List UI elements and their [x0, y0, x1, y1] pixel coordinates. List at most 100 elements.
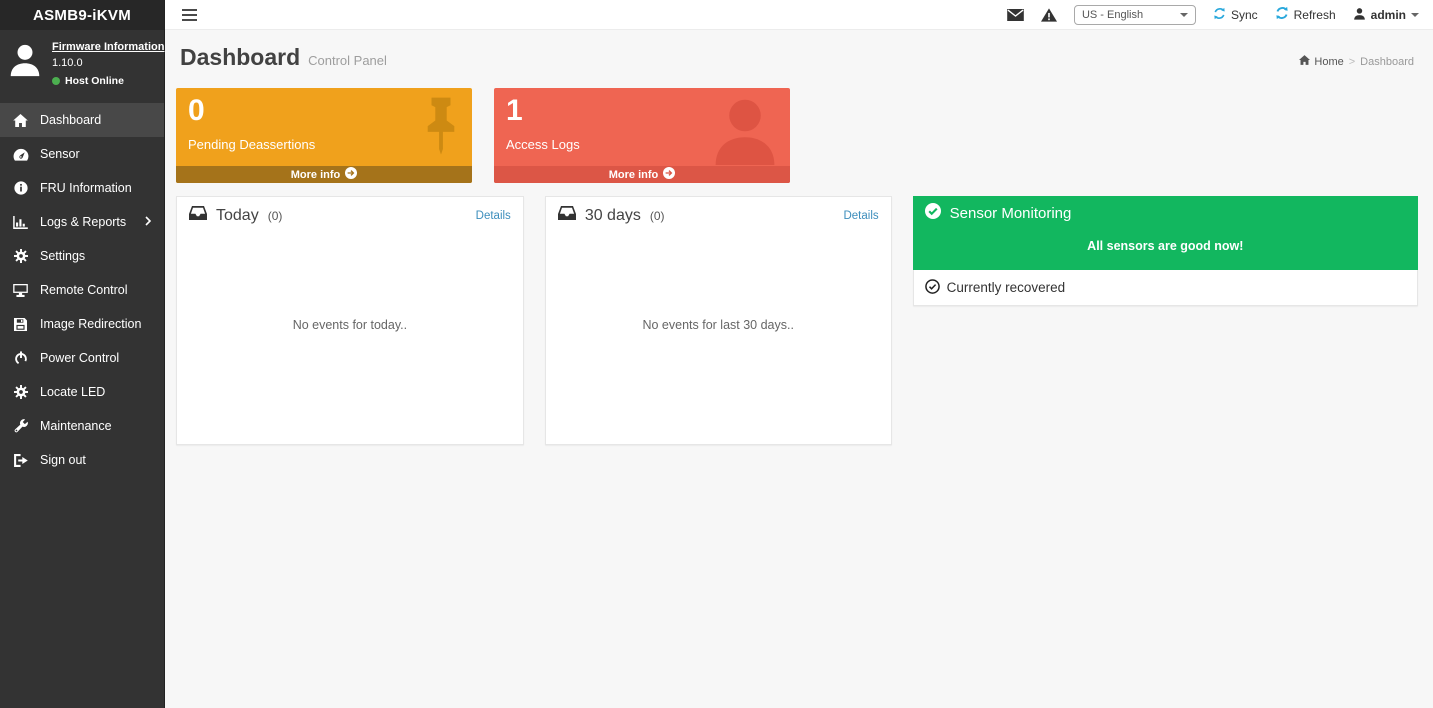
- sidebar-item-label: Sign out: [40, 453, 86, 467]
- details-link[interactable]: Details: [476, 210, 511, 222]
- top-bar: US - English Sync Refresh admin: [165, 0, 1433, 30]
- details-link[interactable]: Details: [843, 210, 878, 222]
- main-area: US - English Sync Refresh admin: [165, 0, 1433, 708]
- power-icon: [12, 351, 29, 365]
- breadcrumb-separator: >: [1349, 56, 1355, 68]
- sidebar-item-sensor[interactable]: Sensor: [0, 137, 164, 171]
- person-icon: [712, 97, 778, 170]
- panel-count: (0): [268, 209, 283, 223]
- card-body: 1 Access Logs: [494, 88, 790, 166]
- sensor-status-label: Currently recovered: [947, 280, 1066, 295]
- gear-icon: [12, 385, 29, 399]
- sync-icon: [1213, 7, 1226, 23]
- sensor-status-row: Currently recovered: [913, 270, 1418, 306]
- sensor-panel-title: Sensor Monitoring: [950, 205, 1072, 222]
- refresh-icon: [1275, 6, 1289, 23]
- page-subtitle: Control Panel: [308, 53, 387, 68]
- breadcrumb-home-label: Home: [1314, 56, 1343, 68]
- floppy-icon: [12, 318, 29, 331]
- sidebar-nav: Dashboard Sensor FRU Information Logs & …: [0, 103, 164, 477]
- info-circle-icon: [12, 181, 29, 195]
- card-body: 0 Pending Deassertions: [176, 88, 472, 166]
- more-info-label: More info: [291, 169, 341, 181]
- thumbtack-icon: [422, 97, 460, 166]
- gear-icon: [12, 249, 29, 263]
- sidebar-item-label: Locate LED: [40, 385, 105, 399]
- sidebar-item-label: Image Redirection: [40, 317, 141, 331]
- more-info-link[interactable]: More info: [176, 166, 472, 183]
- host-status: Host Online: [52, 75, 164, 87]
- sidebar-item-label: Settings: [40, 249, 85, 263]
- sensor-status-message: All sensors are good now!: [913, 230, 1418, 270]
- content-area: Dashboard Control Panel Home > Dashboard…: [165, 30, 1433, 708]
- app-logo[interactable]: ASMB9-iKVM: [0, 0, 164, 30]
- summary-cards-row: 0 Pending Deassertions More info 1 Acce: [176, 88, 1418, 183]
- sensor-panel-header: Sensor Monitoring: [913, 196, 1418, 230]
- caret-down-icon: [1180, 13, 1188, 17]
- today-events-panel: Today (0) Details No events for today..: [176, 196, 524, 445]
- inbox-icon: [189, 206, 207, 225]
- alert-icon[interactable]: [1041, 8, 1057, 22]
- host-status-label: Host Online: [65, 75, 124, 87]
- sidebar-item-label: Power Control: [40, 351, 119, 365]
- panel-header: Today (0) Details: [177, 197, 523, 230]
- sidebar-item-power-control[interactable]: Power Control: [0, 341, 164, 375]
- arrow-circle-right-icon: [345, 167, 357, 182]
- panel-title: 30 days: [585, 207, 641, 225]
- home-icon: [1299, 55, 1310, 68]
- home-icon: [12, 114, 29, 127]
- mail-icon[interactable]: [1007, 9, 1024, 21]
- user-icon: [1353, 7, 1366, 23]
- inbox-icon: [558, 206, 576, 225]
- page-header: Dashboard Control Panel Home > Dashboard: [180, 44, 1414, 71]
- thirty-days-events-panel: 30 days (0) Details No events for last 3…: [545, 196, 892, 445]
- check-circle-outline-icon: [925, 279, 940, 297]
- wrench-icon: [12, 419, 29, 433]
- access-logs-card[interactable]: 1 Access Logs More info: [494, 88, 790, 183]
- firmware-version: 1.10.0: [52, 57, 164, 69]
- refresh-button[interactable]: Refresh: [1275, 6, 1336, 23]
- sensor-monitoring-panel: Sensor Monitoring All sensors are good n…: [913, 196, 1418, 306]
- pending-deassertions-card[interactable]: 0 Pending Deassertions More info: [176, 88, 472, 183]
- firmware-information-link[interactable]: Firmware Information: [52, 41, 164, 53]
- panel-empty-message: No events for today..: [177, 230, 523, 332]
- user-panel: Firmware Information 1.10.0 Host Online: [0, 30, 164, 99]
- user-menu[interactable]: admin: [1353, 7, 1419, 23]
- monitor-icon: [12, 284, 29, 297]
- breadcrumb-home-link[interactable]: Home: [1299, 55, 1343, 68]
- user-avatar-icon: [8, 41, 42, 87]
- language-select[interactable]: US - English: [1074, 5, 1196, 25]
- host-online-dot-icon: [52, 77, 60, 85]
- sync-button[interactable]: Sync: [1213, 7, 1258, 23]
- sign-out-icon: [12, 454, 29, 467]
- sidebar-item-label: Maintenance: [40, 419, 112, 433]
- check-circle-icon: [925, 203, 941, 223]
- sidebar-item-remote-control[interactable]: Remote Control: [0, 273, 164, 307]
- refresh-label: Refresh: [1294, 8, 1336, 22]
- page-title: Dashboard: [180, 44, 300, 71]
- sidebar-item-logs-reports[interactable]: Logs & Reports: [0, 205, 164, 239]
- sidebar-item-label: Sensor: [40, 147, 80, 161]
- sidebar-item-settings[interactable]: Settings: [0, 239, 164, 273]
- card-value: 0: [188, 93, 460, 129]
- caret-down-icon: [1411, 13, 1419, 17]
- sidebar-item-fru-information[interactable]: FRU Information: [0, 171, 164, 205]
- language-selected-value: US - English: [1082, 9, 1143, 21]
- sync-label: Sync: [1231, 8, 1258, 22]
- sidebar-item-label: FRU Information: [40, 181, 132, 195]
- firmware-info: Firmware Information 1.10.0 Host Online: [52, 41, 164, 87]
- panel-empty-message: No events for last 30 days..: [546, 230, 891, 332]
- sidebar-item-dashboard[interactable]: Dashboard: [0, 103, 164, 137]
- panels-row: Today (0) Details No events for today.. …: [176, 196, 1418, 445]
- panel-title: Today: [216, 207, 259, 225]
- sidebar-item-locate-led[interactable]: Locate LED: [0, 375, 164, 409]
- sidebar-item-maintenance[interactable]: Maintenance: [0, 409, 164, 443]
- chevron-right-icon: [145, 215, 152, 229]
- sidebar-item-image-redirection[interactable]: Image Redirection: [0, 307, 164, 341]
- panel-header: 30 days (0) Details: [546, 197, 891, 230]
- sidebar-item-sign-out[interactable]: Sign out: [0, 443, 164, 477]
- hamburger-menu-icon[interactable]: [179, 5, 200, 25]
- username: admin: [1371, 8, 1406, 22]
- sidebar-item-label: Remote Control: [40, 283, 128, 297]
- arrow-circle-right-icon: [663, 167, 675, 182]
